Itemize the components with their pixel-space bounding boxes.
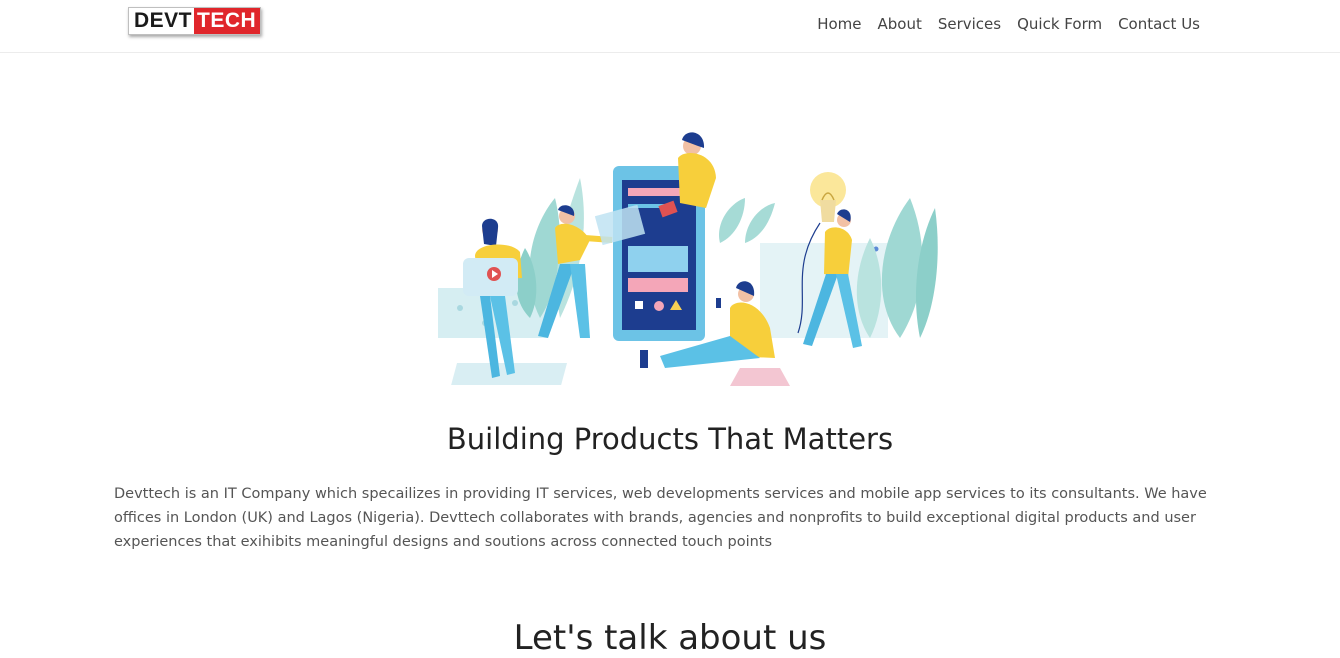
logo-text-tech: TECH xyxy=(194,8,261,34)
leaves-right xyxy=(856,198,938,338)
nav-quick-form-link[interactable]: Quick Form xyxy=(1017,13,1102,35)
section-title-lets-talk: Let's talk about us xyxy=(513,618,827,658)
hero-illustration xyxy=(438,132,938,386)
nav-home-link[interactable]: Home xyxy=(817,13,861,35)
leaves-middle xyxy=(719,198,775,243)
about-title: Building Products That Matters xyxy=(446,422,894,456)
brand-logo[interactable]: DEVT TECH xyxy=(128,7,262,35)
nav-services-link[interactable]: Services xyxy=(938,13,1001,35)
navbar: DEVT TECH Home About Services Quick Form… xyxy=(0,0,1340,53)
logo-text-devt: DEVT xyxy=(129,8,195,34)
main-nav: Home About Services Quick Form Contact U… xyxy=(801,13,1200,35)
floor-pink-mat xyxy=(730,368,790,386)
nav-about-link[interactable]: About xyxy=(877,13,921,35)
nav-contact-link[interactable]: Contact Us xyxy=(1118,13,1200,35)
about-description: Devttech is an IT Company which specaili… xyxy=(114,486,1207,550)
